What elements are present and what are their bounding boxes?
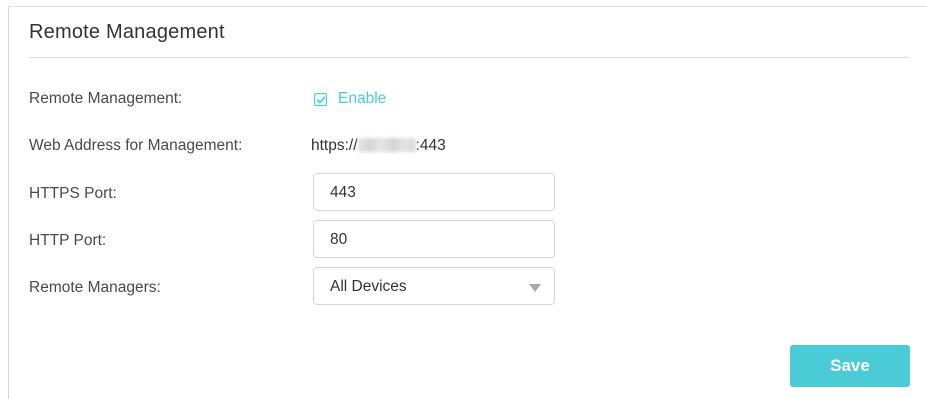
caret-down-icon bbox=[529, 284, 541, 292]
web-address-value: https:// :443 bbox=[311, 137, 446, 155]
https-port-value: 443 bbox=[330, 184, 356, 201]
enable-label[interactable]: Enable bbox=[338, 90, 386, 108]
https-port-label: HTTPS Port: bbox=[29, 185, 117, 202]
remote-managers-label: Remote Managers: bbox=[29, 279, 161, 296]
http-port-value: 80 bbox=[330, 231, 348, 248]
http-port-label: HTTP Port: bbox=[29, 232, 107, 249]
web-address-label: Web Address for Management: bbox=[29, 137, 243, 154]
title-divider bbox=[29, 57, 910, 58]
http-port-input[interactable]: 80 bbox=[313, 220, 555, 258]
redacted-address bbox=[357, 138, 416, 152]
remote-management-panel: Remote Management Remote Management: Ena… bbox=[8, 6, 927, 399]
checkmark-icon bbox=[316, 96, 326, 104]
save-button[interactable]: Save bbox=[790, 345, 910, 387]
web-address-suffix: :443 bbox=[415, 137, 446, 154]
remote-management-label: Remote Management: bbox=[29, 90, 183, 107]
enable-checkbox[interactable] bbox=[314, 93, 327, 106]
remote-managers-select[interactable]: All Devices bbox=[313, 267, 555, 305]
https-port-input[interactable]: 443 bbox=[313, 173, 555, 211]
section-title: Remote Management bbox=[29, 21, 225, 43]
remote-managers-selected: All Devices bbox=[330, 278, 407, 295]
web-address-prefix: https:// bbox=[311, 137, 358, 154]
